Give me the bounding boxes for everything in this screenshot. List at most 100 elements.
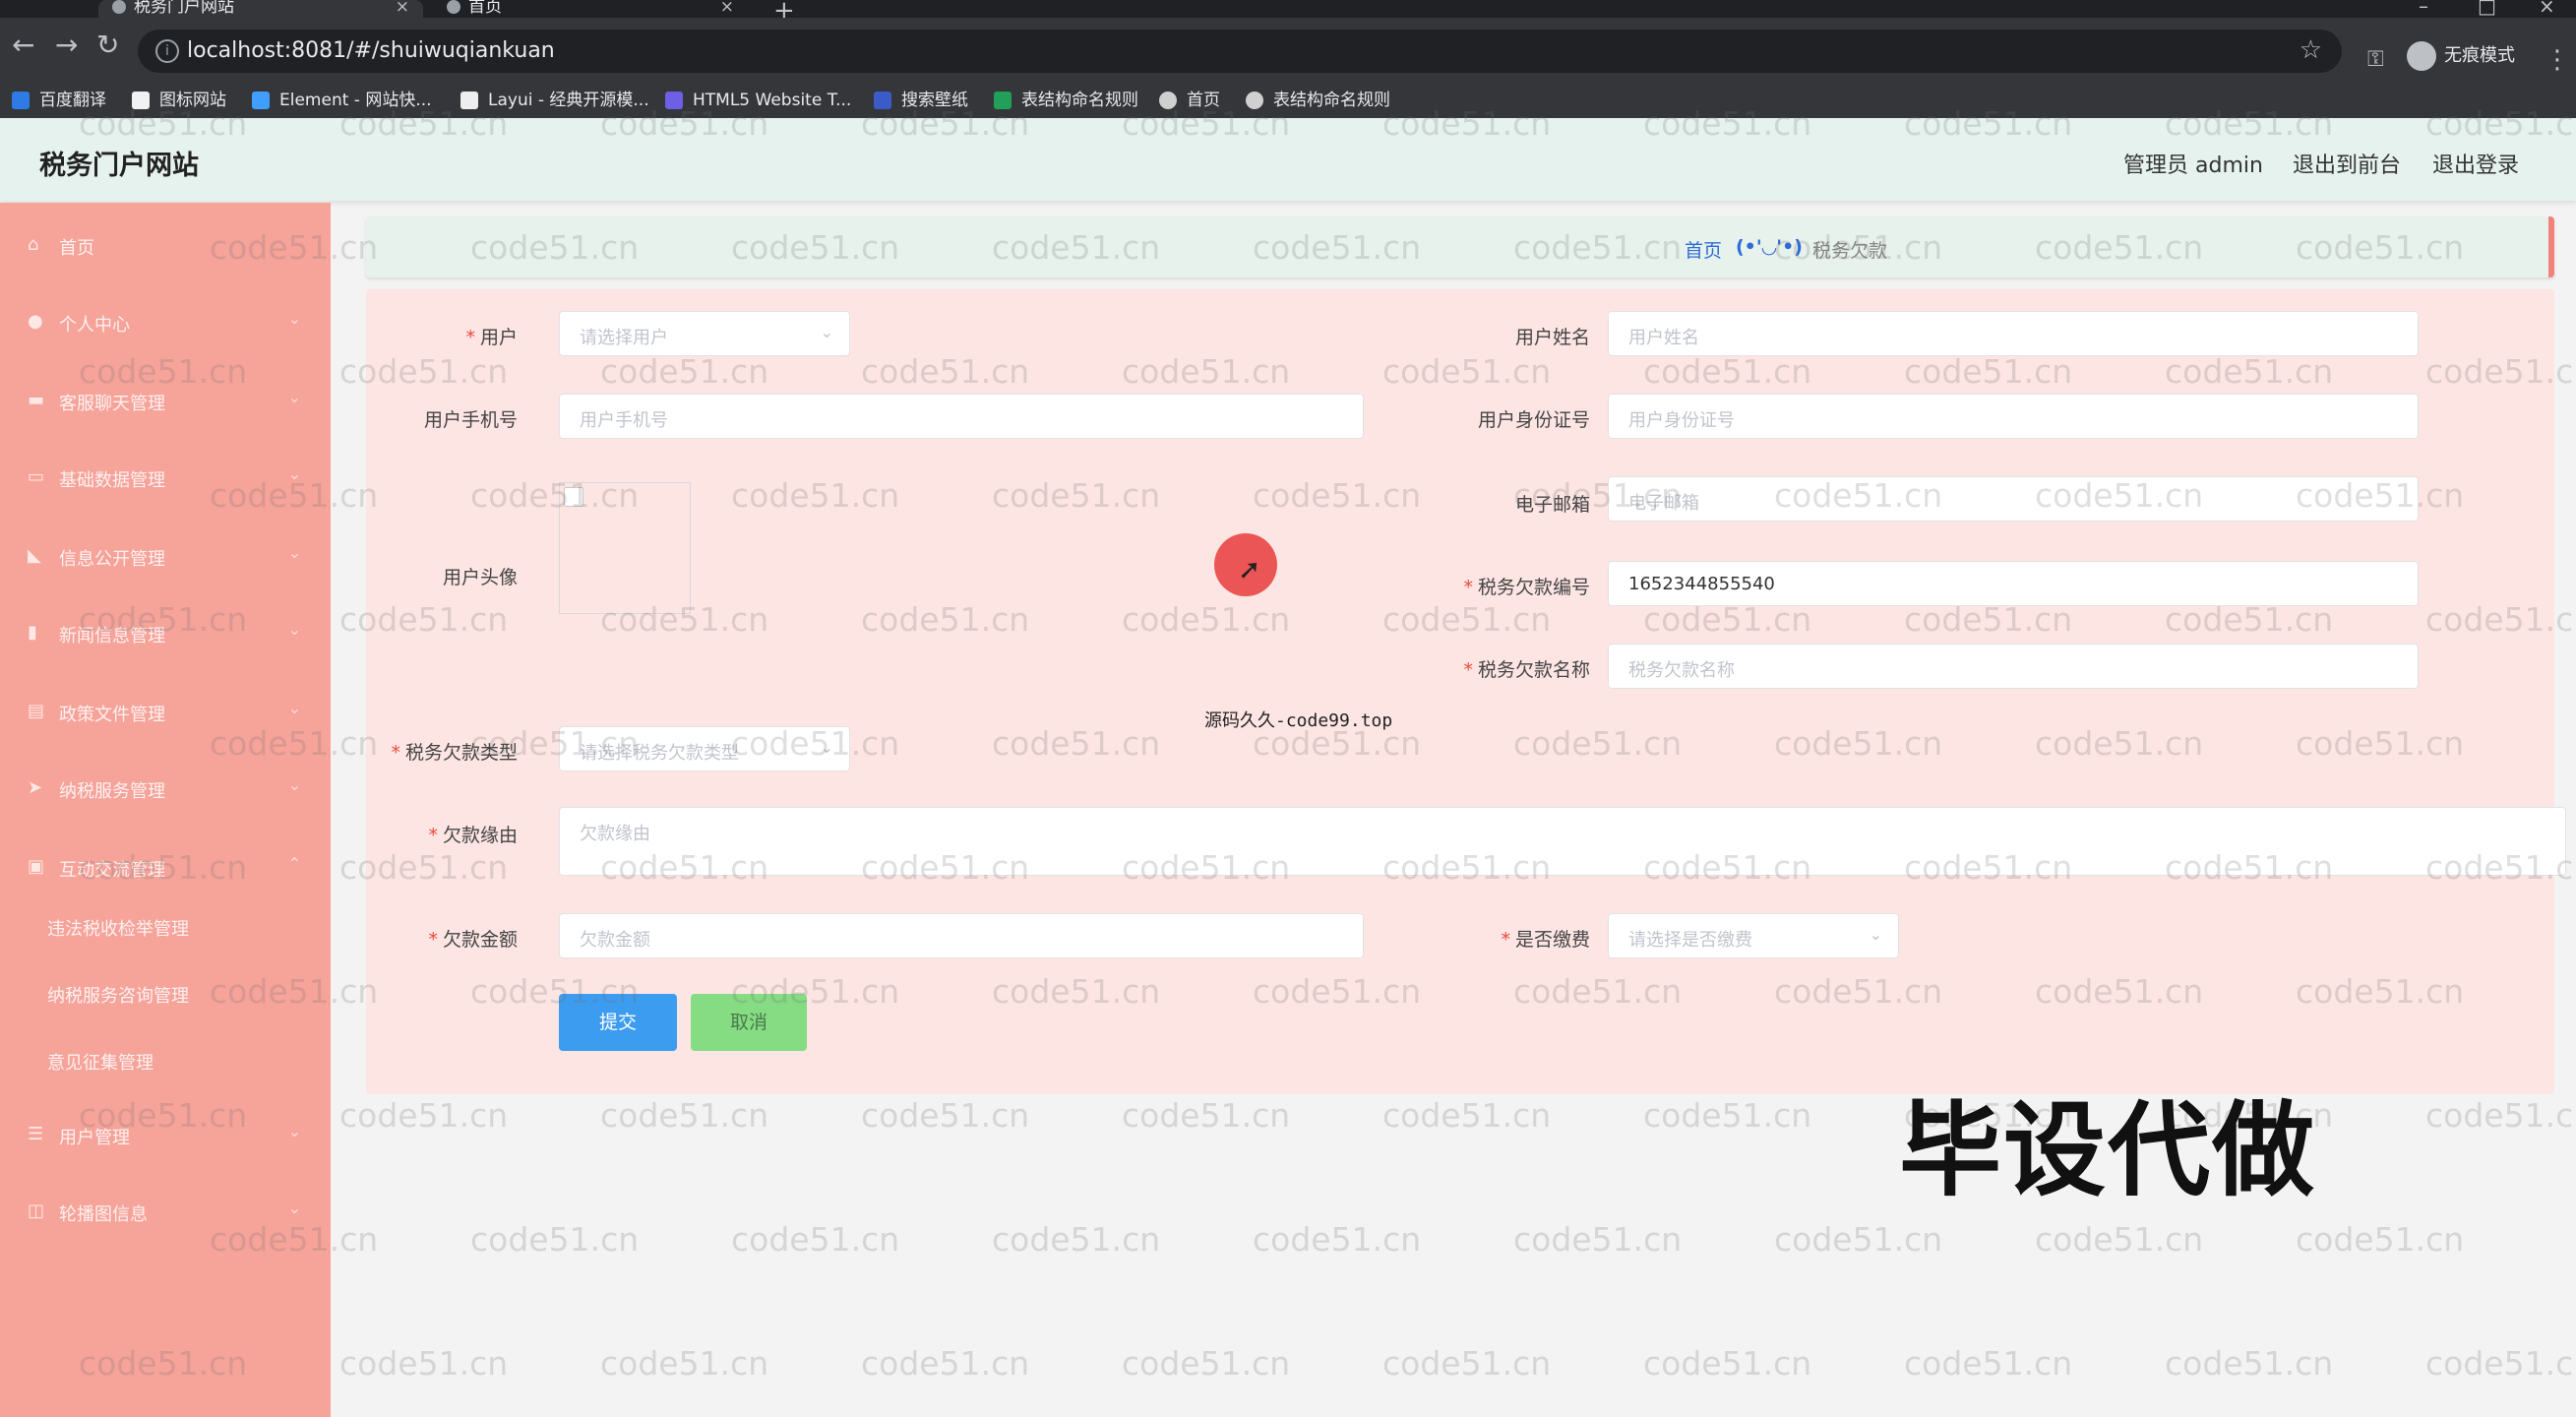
reason-label: * 欠款缘由 (428, 825, 518, 846)
sidebar-subitem-consult[interactable]: 纳税服务咨询管理 (47, 982, 189, 1008)
file-icon: ▤ (28, 701, 45, 721)
sidebar-item-users[interactable]: ☰ 用户管理 ⌄ (0, 1106, 331, 1165)
bookmark-item[interactable]: 表结构命名规则 (994, 83, 1138, 118)
info-icon[interactable]: i (155, 39, 179, 63)
sidebar-subitem-report[interactable]: 违法税收检举管理 (47, 915, 189, 941)
checkbox-icon (564, 487, 583, 507)
sidebar-item-info-public[interactable]: ◣ 信息公开管理 ⌄ (0, 527, 331, 586)
email-input[interactable]: 电子邮箱 (1608, 476, 2419, 522)
sidebar-item-policy[interactable]: ▤ 政策文件管理 ⌄ (0, 683, 331, 742)
chevron-down-icon: ⌄ (287, 775, 301, 794)
user-id-card-label: 用户身份证号 (1477, 409, 1590, 431)
key-icon[interactable]: ⚿ (2367, 47, 2384, 72)
user-phone-input[interactable]: 用户手机号 (559, 394, 1364, 439)
vue-icon (112, 0, 126, 14)
sidebar-item-tax-service[interactable]: ➤ 纳税服务管理 ⌄ (0, 760, 331, 819)
sidebar-item-base-data[interactable]: ▭ 基础数据管理 ⌄ (0, 449, 331, 508)
layui-icon (460, 92, 478, 109)
megaphone-icon: ◣ (28, 545, 41, 566)
logout-link[interactable]: 退出登录 (2432, 148, 2519, 179)
bookmark-star-icon[interactable]: ☆ (2300, 35, 2322, 65)
avatar-upload[interactable] (559, 482, 691, 614)
back-to-front-link[interactable]: 退出到前台 (2293, 148, 2401, 179)
image-icon: ◫ (28, 1201, 45, 1221)
chart-icon: ▮ (28, 622, 37, 643)
breadcrumb-home[interactable]: 首页 (1685, 236, 1722, 263)
app-header: 税务门户网站 管理员 admin 退出到前台 退出登录 (0, 118, 2576, 201)
sidebar-item-carousel[interactable]: ◫ 轮播图信息 ⌄ (0, 1183, 331, 1242)
bookmark-item[interactable]: Layui - 经典开源模... (460, 83, 649, 118)
bookmarks-bar: 百度翻译 图标网站 Element - 网站快... Layui - 经典开源模… (0, 83, 2576, 119)
chat-icon: ▬ (28, 390, 45, 410)
sliders-icon: ☰ (28, 1124, 44, 1144)
bookmark-item[interactable]: 表结构命名规则 (1246, 83, 1390, 118)
debt-type-label: * 税务欠款类型 (391, 742, 518, 764)
bookmark-item[interactable]: 搜索壁纸 (874, 83, 968, 118)
admin-label: 管理员 admin (2123, 154, 2263, 178)
chevron-down-icon: ⌄ (287, 543, 301, 562)
browser-tab[interactable]: 税务门户网站 × (98, 0, 423, 18)
chevron-down-icon: ⌄ (287, 620, 301, 639)
sidebar-item-profile[interactable]: ● 个人中心 ⌄ (0, 293, 331, 352)
chevron-down-icon: ⌄ (1869, 925, 1882, 944)
user-id-card-input[interactable]: 用户身份证号 (1608, 394, 2419, 439)
sidebar-item-news[interactable]: ▮ 新闻信息管理 ⌄ (0, 604, 331, 663)
sidebar-subitem-opinion[interactable]: 意见征集管理 (47, 1049, 153, 1075)
browser-toolbar: ← → ↻ i localhost:8081/#/shuiwuqiankuan … (0, 18, 2576, 83)
maximize-icon[interactable]: □ (2478, 0, 2496, 18)
back-icon[interactable]: ← (12, 31, 34, 59)
globe-icon (1246, 92, 1263, 109)
sidebar-item-chat[interactable]: ▬ 客服聊天管理 ⌄ (0, 372, 331, 431)
browser-tab[interactable]: 首页 × (433, 0, 748, 18)
amount-input[interactable]: 欠款金额 (559, 913, 1364, 958)
user-name-label: 用户姓名 (1514, 327, 1590, 348)
debt-name-label: * 税务欠款名称 (1463, 659, 1590, 681)
bookmark-item[interactable]: 百度翻译 (12, 83, 106, 118)
bookmark-item[interactable]: 首页 (1159, 83, 1220, 118)
close-tab-icon[interactable]: × (396, 0, 409, 16)
element-icon (252, 92, 270, 109)
lock-icon: ▣ (28, 856, 45, 877)
submit-button[interactable]: 提交 (559, 994, 677, 1051)
bookmark-item[interactable]: Element - 网站快... (252, 83, 432, 118)
minimize-icon[interactable]: – (2419, 0, 2428, 18)
amount-label: * 欠款金额 (428, 929, 518, 951)
user-select[interactable]: 请选择用户 ⌄ (559, 311, 850, 356)
breadcrumb-current: 税务欠款 (1812, 240, 1888, 262)
breadcrumb: 首页 (•'◡'•) 税务欠款 (366, 216, 2554, 277)
forward-icon[interactable]: → (55, 31, 78, 59)
avatar-label: 用户头像 (442, 567, 518, 588)
mouse-pointer-icon: ➚ (1238, 553, 1261, 585)
chevron-down-icon: ⌄ (287, 309, 301, 328)
user-icon: ● (28, 311, 43, 332)
sidebar-item-interaction[interactable]: ▣ 互动交流管理 ⌃ (0, 838, 331, 897)
bookmark-item[interactable]: HTML5 Website T... (665, 83, 851, 118)
chevron-down-icon: ⌄ (287, 388, 301, 406)
address-bar[interactable]: i localhost:8081/#/shuiwuqiankuan ☆ (138, 30, 2342, 73)
chevron-down-icon: ⌄ (287, 699, 301, 717)
close-window-icon[interactable]: × (2539, 0, 2555, 18)
sidebar: ⌂ 首页 ● 个人中心 ⌄ ▬ 客服聊天管理 ⌄ ▭ 基础数据管理 ⌄ ◣ 信息公开管理 ⌄ ▮ 新… (0, 203, 331, 1417)
cancel-button[interactable]: 取消 (691, 994, 807, 1051)
browser-menu-icon[interactable]: ⋮ (2545, 45, 2570, 75)
click-indicator: ➚ (1214, 533, 1277, 596)
reload-icon[interactable]: ↻ (96, 31, 119, 59)
incognito-indicator[interactable]: 无痕模式 (2407, 41, 2515, 71)
bookmark-item[interactable]: 图标网站 (132, 83, 226, 118)
debt-name-input[interactable]: 税务欠款名称 (1608, 644, 2419, 689)
paid-select[interactable]: 请选择是否缴费 ⌄ (1608, 913, 1899, 958)
debt-no-input[interactable]: 1652344855540 (1608, 561, 2419, 606)
close-tab-icon[interactable]: × (720, 0, 734, 16)
user-phone-label: 用户手机号 (423, 409, 518, 431)
globe-icon (447, 0, 460, 14)
globe-icon (1159, 92, 1177, 109)
user-label: * 用户 (465, 327, 518, 348)
chevron-down-icon: ⌄ (820, 323, 833, 341)
chevron-up-icon: ⌃ (287, 854, 301, 873)
browser-tab-bar: 税务门户网站 × 首页 × + – □ × (0, 0, 2576, 26)
debt-type-select[interactable]: 请选择税务欠款类型 ⌄ (559, 726, 850, 771)
sidebar-item-home[interactable]: ⌂ 首页 (0, 216, 331, 276)
reason-textarea[interactable]: 欠款缘由 (559, 807, 2566, 876)
flag-icon (132, 92, 150, 109)
user-name-input[interactable]: 用户姓名 (1608, 311, 2419, 356)
